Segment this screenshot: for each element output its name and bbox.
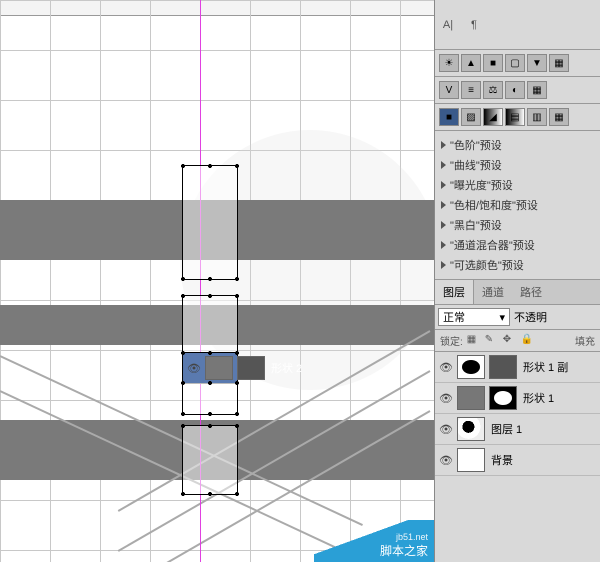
preset-item[interactable]: "曝光度"预设 [435, 175, 600, 195]
adjustment-icon[interactable]: ▥ [527, 108, 547, 126]
adjustment-icon[interactable]: ≡ [461, 81, 481, 99]
adjustments-row: V≡⚖◐▦ [435, 77, 600, 104]
adjustment-icon[interactable]: ■ [483, 54, 503, 72]
layer-row[interactable]: 👁 背景 [435, 445, 600, 476]
panel-tab[interactable]: 通道 [474, 280, 512, 304]
paragraph-panel-icon[interactable]: ¶ [464, 15, 484, 35]
adjustment-icon[interactable]: ▦ [549, 54, 569, 72]
fill-label: 填充 [575, 333, 595, 348]
preset-label: "通道混合器"预设 [450, 237, 535, 253]
disclosure-triangle-icon [441, 221, 446, 229]
preset-label: "黑白"预设 [450, 217, 502, 233]
adjustment-icon[interactable]: ☀ [439, 54, 459, 72]
shape-selection[interactable] [182, 165, 238, 280]
chevron-down-icon: ▾ [499, 311, 505, 324]
watermark-url: jb51.net [396, 532, 428, 542]
adjustment-presets: "色阶"预设 "曲线"预设 "曝光度"预设 "色相/饱和度"预设 "黑白"预设 "通道混合… [435, 131, 600, 280]
adjustment-icon[interactable]: ▦ [549, 108, 569, 126]
adjustment-icon[interactable]: ▨ [461, 108, 481, 126]
layer-row[interactable]: 👁 形状 1 [435, 383, 600, 414]
adjustment-icon[interactable]: ◢ [483, 108, 503, 126]
shape-selection[interactable] [182, 425, 238, 495]
lock-position-icon[interactable]: ✥ [503, 334, 517, 348]
adjustments-row: ■▨◢▤▥▦ [435, 104, 600, 131]
preset-label: "色相/饱和度"预设 [450, 197, 538, 213]
disclosure-triangle-icon [441, 161, 446, 169]
blend-mode-value: 正常 [443, 309, 465, 325]
layers-list: 👁形状 2👁形状 1 副👁形状 1👁图层 1👁背景 [435, 352, 600, 562]
lock-row: 锁定: ▦ ✎ ✥ 🔒 填充 [435, 330, 600, 352]
adjustment-icon[interactable]: ▦ [527, 81, 547, 99]
preset-item[interactable]: "通道混合器"预设 [435, 235, 600, 255]
layer-row[interactable]: 👁 图层 1 [435, 414, 600, 445]
preset-item[interactable]: "黑白"预设 [435, 215, 600, 235]
adjustment-icon[interactable]: ▢ [505, 54, 525, 72]
layer-name[interactable]: 形状 1 [523, 390, 554, 406]
preset-label: "可选颜色"预设 [450, 257, 524, 273]
panel-tab[interactable]: 路径 [512, 280, 550, 304]
preset-item[interactable]: "曲线"预设 [435, 155, 600, 175]
lock-pixels-icon[interactable]: ✎ [485, 334, 499, 348]
disclosure-triangle-icon [441, 261, 446, 269]
visibility-eye-icon[interactable]: 👁 [439, 422, 453, 436]
visibility-eye-icon[interactable]: 👁 [439, 453, 453, 467]
lock-all-icon[interactable]: 🔒 [521, 334, 535, 348]
document-canvas[interactable]: jb51.net 脚本之家 [0, 0, 434, 562]
layer-name[interactable]: 形状 1 副 [523, 359, 568, 375]
panel-tab[interactable]: 图层 [435, 280, 474, 304]
disclosure-triangle-icon [441, 201, 446, 209]
preset-label: "色阶"预设 [450, 137, 502, 153]
collapsed-panel-tabs: A| ¶ [435, 0, 600, 50]
layer-thumbnail[interactable] [457, 386, 485, 410]
layer-thumbnail[interactable] [457, 417, 485, 441]
adjustment-icon[interactable]: ▲ [461, 54, 481, 72]
disclosure-triangle-icon [441, 141, 446, 149]
preset-item[interactable]: "色相/饱和度"预设 [435, 195, 600, 215]
preset-label: "曝光度"预设 [450, 177, 513, 193]
visibility-eye-icon[interactable]: 👁 [439, 360, 453, 374]
preset-label: "曲线"预设 [450, 157, 502, 173]
blend-mode-row: 正常 ▾ 不透明 [435, 305, 600, 330]
lock-label: 锁定: [440, 333, 463, 348]
blend-mode-select[interactable]: 正常 ▾ [438, 308, 510, 326]
layer-mask-thumbnail[interactable] [489, 386, 517, 410]
disclosure-triangle-icon [441, 181, 446, 189]
layer-name[interactable]: 图层 1 [491, 421, 522, 437]
layer-row[interactable]: 👁 形状 1 副 [435, 352, 600, 383]
adjustments-row: ☀▲■▢▼▦ [435, 50, 600, 77]
layers-panel-tabs: 图层通道路径 [435, 280, 600, 305]
adjustment-icon[interactable]: ◐ [505, 81, 525, 99]
preset-item[interactable]: "可选颜色"预设 [435, 255, 600, 275]
layer-name[interactable]: 背景 [491, 452, 513, 468]
panels-sidebar: A| ¶ ☀▲■▢▼▦ V≡⚖◐▦ ■▨◢▤▥▦ "色阶"预设"曲线"预设"曝光… [434, 0, 600, 562]
disclosure-triangle-icon [441, 241, 446, 249]
adjustment-icon[interactable]: ▼ [527, 54, 547, 72]
watermark-text: 脚本之家 [380, 542, 428, 559]
layer-thumbnail[interactable] [457, 355, 485, 379]
adjustment-icon[interactable]: ■ [439, 108, 459, 126]
visibility-eye-icon[interactable]: 👁 [439, 391, 453, 405]
lock-transparency-icon[interactable]: ▦ [467, 334, 481, 348]
opacity-label: 不透明 [514, 309, 547, 325]
layer-mask-thumbnail[interactable] [489, 355, 517, 379]
layer-thumbnail[interactable] [457, 448, 485, 472]
adjustment-icon[interactable]: ⚖ [483, 81, 503, 99]
adjustment-icon[interactable]: V [439, 81, 459, 99]
character-panel-icon[interactable]: A| [438, 15, 458, 35]
adjustment-icon[interactable]: ▤ [505, 108, 525, 126]
preset-item[interactable]: "色阶"预设 [435, 135, 600, 155]
watermark: jb51.net 脚本之家 [314, 520, 434, 562]
